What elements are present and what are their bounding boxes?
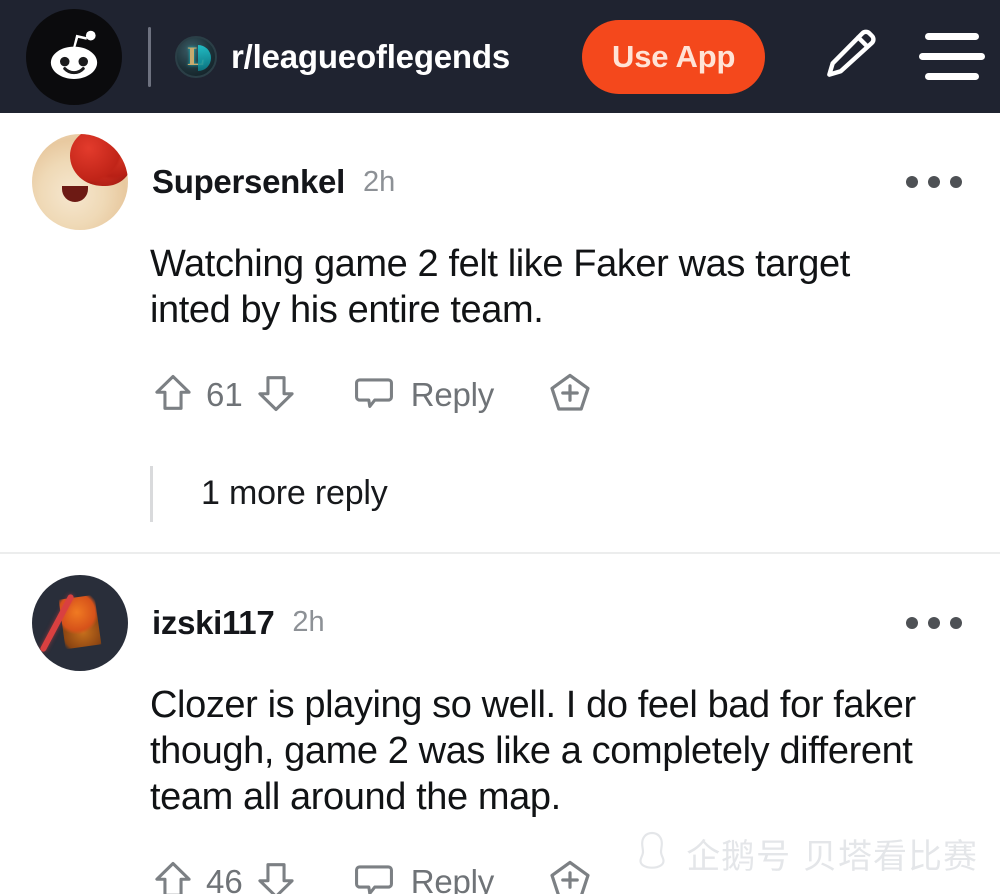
thread-line [150,465,153,522]
award-plus-icon [546,369,594,420]
hamburger-menu-icon [919,33,986,80]
vote-group: 46 [150,857,299,894]
reply-button[interactable]: Reply [351,370,494,419]
comment-author[interactable]: Supersenkel [152,163,345,201]
vote-score: 46 [206,862,243,894]
reply-label: Reply [410,862,495,894]
upvote-button[interactable] [150,857,196,894]
header-divider [148,26,151,87]
downvote-arrow-icon [253,857,299,894]
upvote-button[interactable] [150,370,196,419]
reply-label: Reply [410,375,495,413]
more-options-icon[interactable] [898,162,970,202]
comment-item: Supersenkel 2h Watching game 2 felt like… [0,113,1000,554]
downvote-arrow-icon [253,370,299,419]
comment-text: Watching game 2 felt like Faker was targ… [150,243,850,332]
pencil-icon [819,24,881,89]
comment-item: izski117 2h Clozer is playing so well. I… [0,553,1000,894]
vote-group: 61 [150,370,299,419]
subreddit-name[interactable]: r/leagueoflegends [231,38,510,76]
upvote-arrow-icon [150,857,196,894]
comment-bubble-icon [351,857,397,894]
comment-timestamp: 2h [362,165,396,198]
comment-text: Clozer is playing so well. I do feel bad… [150,683,916,819]
subreddit-icon-letter: L [187,41,205,71]
comment-header: Supersenkel 2h [0,133,1000,231]
downvote-button[interactable] [253,857,299,894]
comment-author[interactable]: izski117 [152,604,275,642]
avatar[interactable] [32,574,128,671]
more-options-icon[interactable] [898,603,970,643]
award-button[interactable] [546,369,594,420]
award-button[interactable] [546,856,594,894]
more-replies-row[interactable]: 1 more reply [0,464,1000,524]
comment-bubble-icon [351,370,397,419]
app-header: L r/leagueoflegends Use App [0,0,1000,113]
award-plus-icon [546,856,594,894]
main-menu-button[interactable] [909,14,995,100]
league-of-legends-icon[interactable]: L [175,35,217,78]
reply-button[interactable]: Reply [351,857,494,894]
comment-actions: 46 Reply [0,847,1000,894]
reddit-snoo-icon[interactable] [26,8,122,105]
comment-timestamp: 2h [292,606,325,639]
downvote-button[interactable] [253,370,299,419]
use-app-button[interactable]: Use App [582,19,766,94]
vote-score: 61 [206,375,243,413]
more-replies-label[interactable]: 1 more reply [201,474,388,513]
avatar[interactable] [32,134,128,230]
comment-actions: 61 Reply [0,360,1000,430]
comment-header: izski117 2h [0,574,1000,672]
reddit-comments-screenshot: L r/leagueoflegends Use App Supersenkel … [0,0,1000,894]
upvote-arrow-icon [150,370,196,419]
edit-post-button[interactable] [807,14,893,100]
